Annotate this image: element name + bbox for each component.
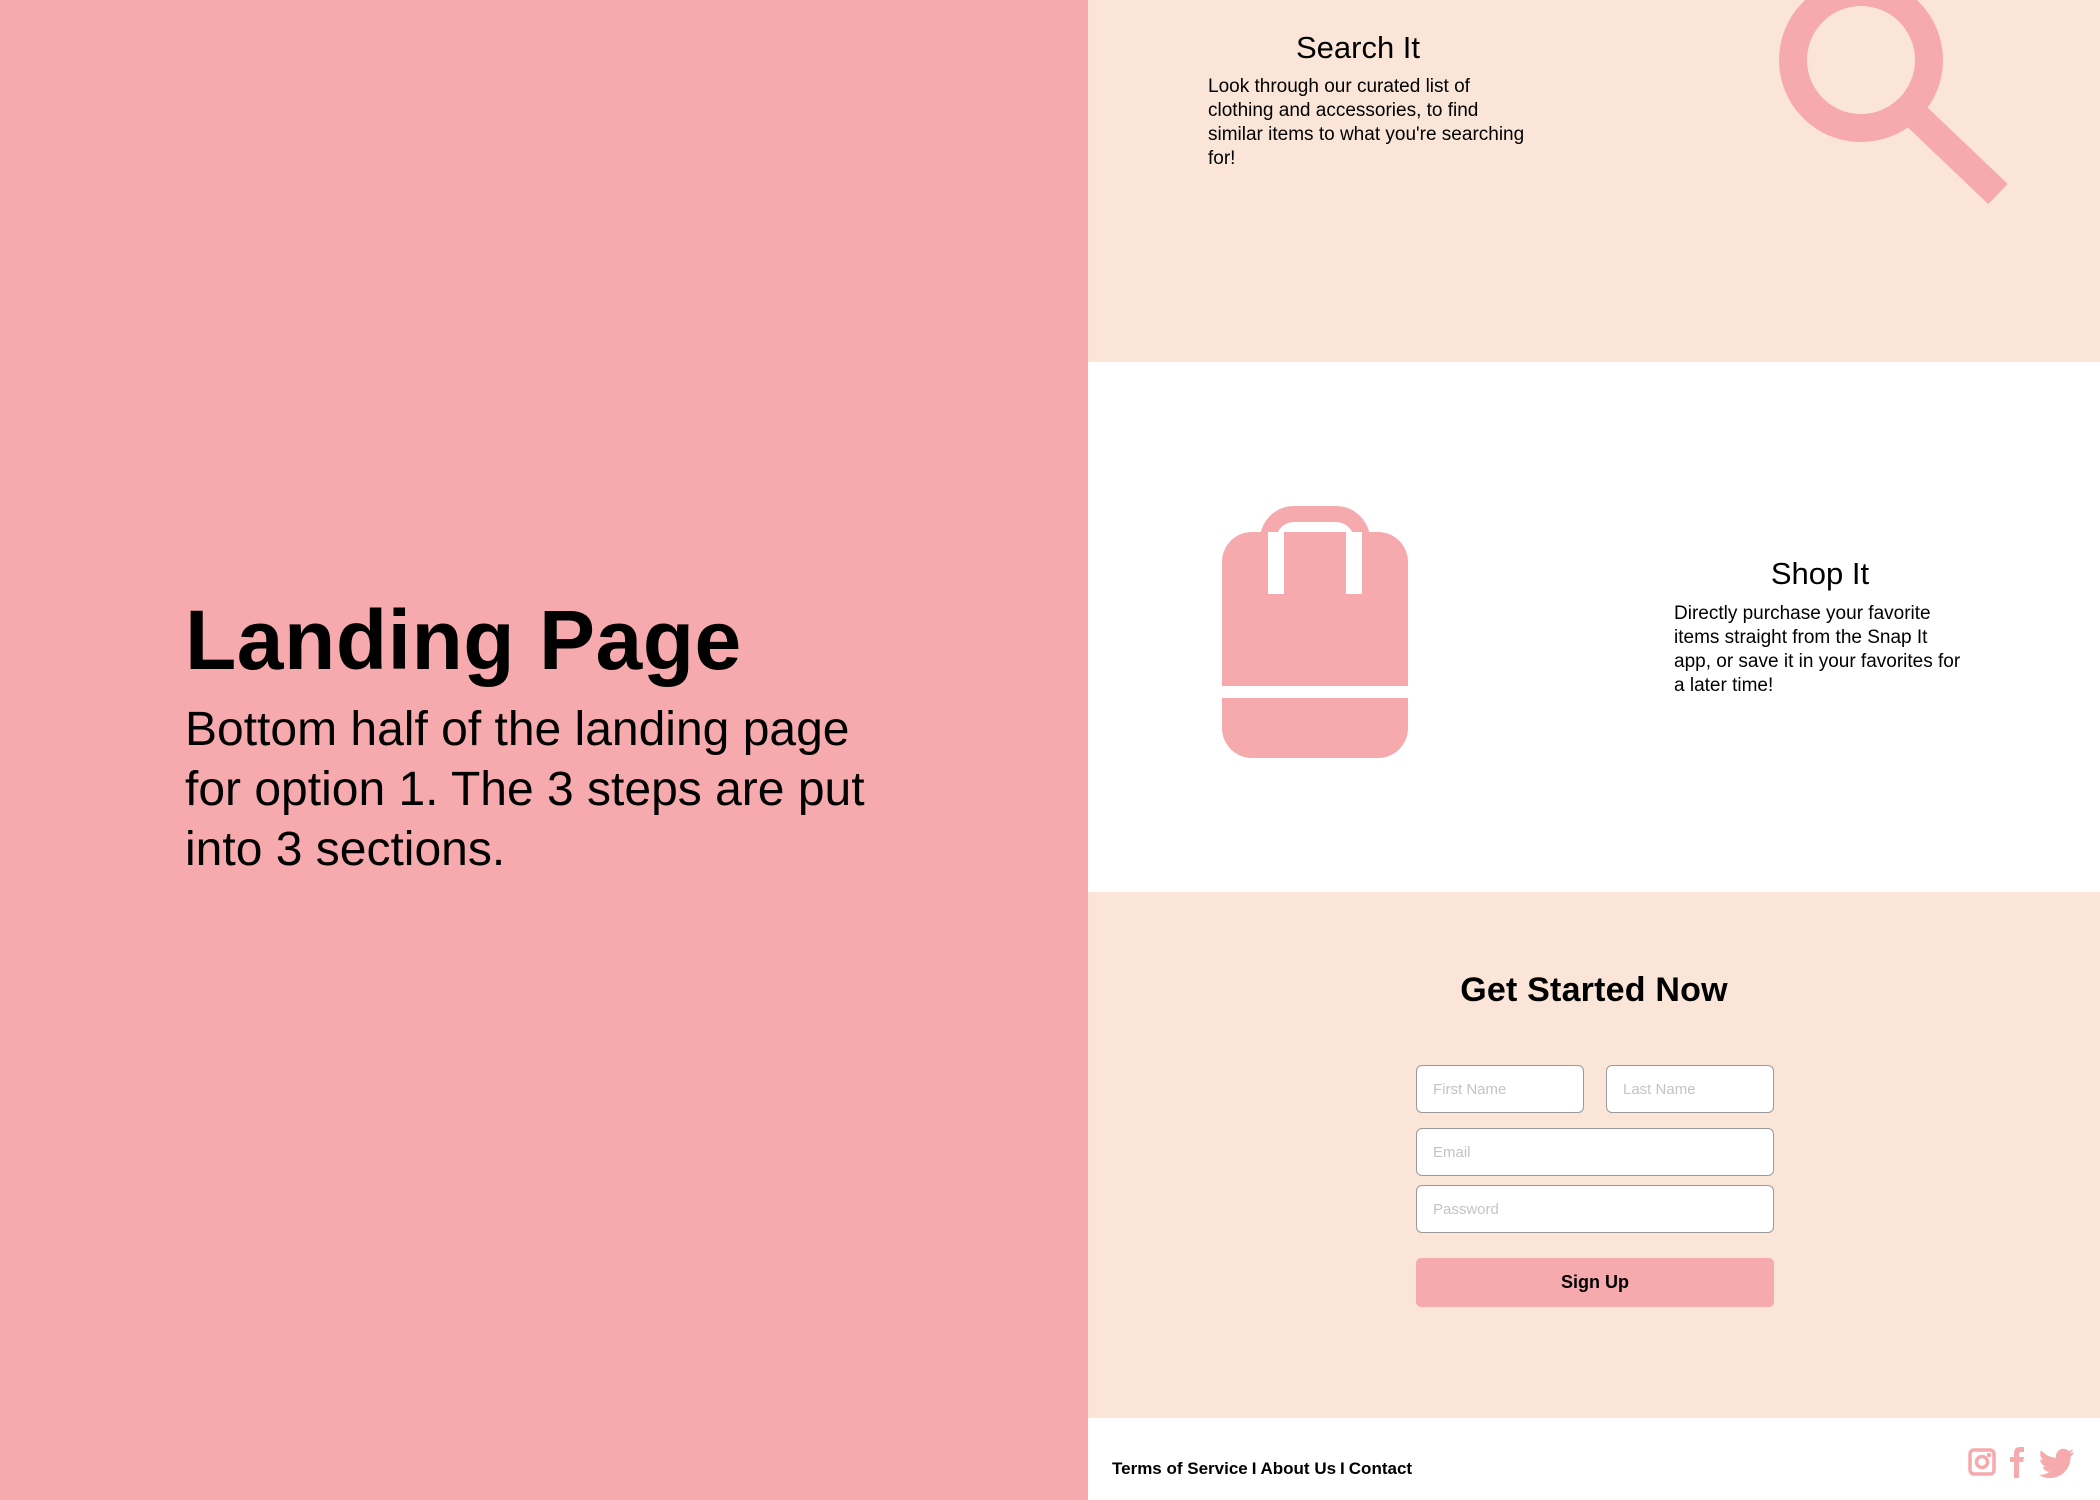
footer: Terms of Service I About Us I Contact (1088, 1418, 2100, 1500)
shop-title: Shop It (1770, 556, 1870, 591)
instagram-icon[interactable] (1968, 1444, 1996, 1480)
contact-link[interactable]: Contact (1349, 1459, 1412, 1478)
footer-separator: I (1340, 1459, 1345, 1478)
shopping-bag-icon (1222, 506, 1408, 758)
email-field[interactable] (1416, 1128, 1774, 1176)
search-section: Search It Look through our curated list … (1088, 0, 2100, 362)
password-field[interactable] (1416, 1185, 1774, 1233)
twitter-icon[interactable] (2038, 1444, 2076, 1480)
page-description: Bottom half of the landing page for opti… (185, 703, 865, 876)
left-panel: Landing Page Bottom half of the landing … (0, 0, 1088, 1500)
search-title: Search It (1295, 30, 1421, 65)
shop-section: Shop It Directly purchase your favorite … (1088, 362, 2100, 892)
first-name-field[interactable] (1416, 1065, 1584, 1113)
signup-section: Get Started Now Sign Up (1088, 892, 2100, 1418)
page-title: Landing Page (185, 593, 742, 687)
search-icon (1779, 0, 2008, 205)
search-description: Look through our curated list of clothin… (1208, 76, 1525, 169)
footer-separator: I (1251, 1459, 1257, 1478)
footer-links: Terms of Service I About Us I Contact (1112, 1458, 1412, 1480)
sign-up-button[interactable]: Sign Up (1416, 1258, 1774, 1307)
last-name-field[interactable] (1606, 1065, 1774, 1113)
signup-title: Get Started Now (1460, 971, 1728, 1009)
terms-of-service-link[interactable]: Terms of Service (1112, 1459, 1248, 1478)
landing-page-preview: Search It Look through our curated list … (1088, 0, 2100, 1500)
shop-description: Directly purchase your favorite items st… (1674, 603, 1961, 696)
facebook-icon[interactable] (2006, 1444, 2028, 1480)
about-us-link[interactable]: About Us (1261, 1459, 1337, 1478)
